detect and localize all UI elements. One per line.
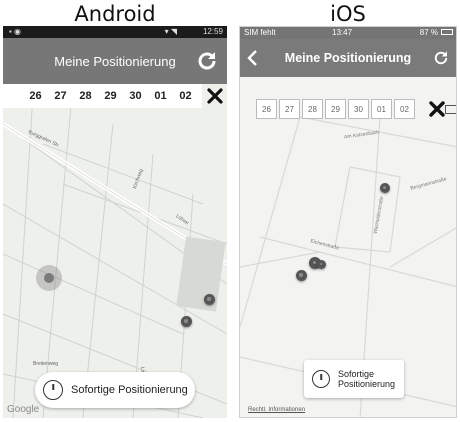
day-button[interactable]: 02 [394, 99, 415, 119]
ios-battery: 87 % [419, 28, 438, 37]
android-day-selector: 26 27 28 29 30 01 02 [3, 84, 202, 108]
ios-location-pin[interactable] [296, 270, 307, 281]
ios-status-time: 13:47 [332, 28, 353, 37]
day-button[interactable]: 01 [148, 84, 173, 108]
clock-icon [43, 380, 63, 400]
day-button[interactable]: 30 [123, 84, 148, 108]
android-caption: Android [74, 2, 156, 26]
android-screen: ▪ ◉ ▾ ◥ 12:59 Meine Positionierung Burgg… [3, 26, 227, 418]
ios-page-title: Meine Positionierung [284, 51, 412, 65]
ios-immediate-position-button[interactable]: Sofortige Positionierung [304, 360, 404, 398]
android-status-time: 12:59 [202, 27, 223, 36]
ios-app-bar: Meine Positionierung [240, 39, 456, 77]
day-button[interactable]: 29 [98, 84, 123, 108]
ios-caption: iOS [330, 2, 366, 26]
android-refresh-icon[interactable] [195, 49, 219, 73]
day-button[interactable]: 27 [279, 99, 300, 119]
android-position-dot [44, 273, 54, 283]
day-button[interactable]: 28 [73, 84, 98, 108]
android-status-bar: ▪ ◉ ▾ ◥ 12:59 [3, 26, 227, 38]
ios-day-selector: 26 27 28 29 30 01 02 [256, 99, 417, 119]
ios-status-bar: SIM fehlt 13:47 87 % [240, 27, 456, 39]
ios-button-label: Sofortige Positionierung [338, 369, 395, 389]
day-button[interactable]: 26 [23, 84, 48, 108]
ios-button-line2: Positionierung [338, 379, 396, 389]
ios-close-icon[interactable] [429, 101, 445, 117]
ios-screen: SIM fehlt 13:47 87 % Meine Positionierun… [239, 26, 457, 418]
day-button[interactable]: 28 [302, 99, 323, 119]
ios-refresh-icon[interactable] [432, 49, 450, 67]
battery-icon [441, 29, 453, 35]
day-button[interactable]: 01 [371, 99, 392, 119]
ios-button-line1: Sofortige [338, 369, 375, 379]
day-button[interactable]: 26 [256, 99, 277, 119]
android-page-title: Meine Positionierung [54, 53, 176, 69]
ios-legal-link[interactable]: Rechtl. Informationen [248, 407, 305, 413]
android-close-icon[interactable] [207, 88, 223, 104]
android-immediate-position-button[interactable]: Sofortige Positionierung [35, 372, 195, 408]
android-button-label: Sofortige Positionierung [71, 384, 188, 396]
ios-export-icon[interactable] [445, 105, 456, 114]
day-button[interactable]: 27 [48, 84, 73, 108]
android-location-pin[interactable] [181, 316, 192, 327]
google-logo: Google [7, 404, 40, 415]
android-street-label: Breitenweg [33, 361, 59, 367]
android-status-icons: ▪ ◉ [9, 27, 22, 36]
ios-carrier: SIM fehlt [244, 28, 276, 37]
android-wifi-icon: ▾ ◥ [164, 27, 177, 36]
ios-location-pin[interactable] [317, 260, 326, 269]
day-button[interactable]: 29 [325, 99, 346, 119]
day-button[interactable]: 02 [173, 84, 198, 108]
android-app-bar: Meine Positionierung [3, 38, 227, 84]
clock-icon [312, 370, 330, 388]
android-map[interactable]: Burggrafen Str. Kirchweg Lührer Breitenw… [3, 84, 227, 418]
ios-location-pin[interactable] [380, 183, 390, 193]
android-location-pin[interactable] [204, 294, 215, 305]
day-button[interactable]: 30 [348, 99, 369, 119]
